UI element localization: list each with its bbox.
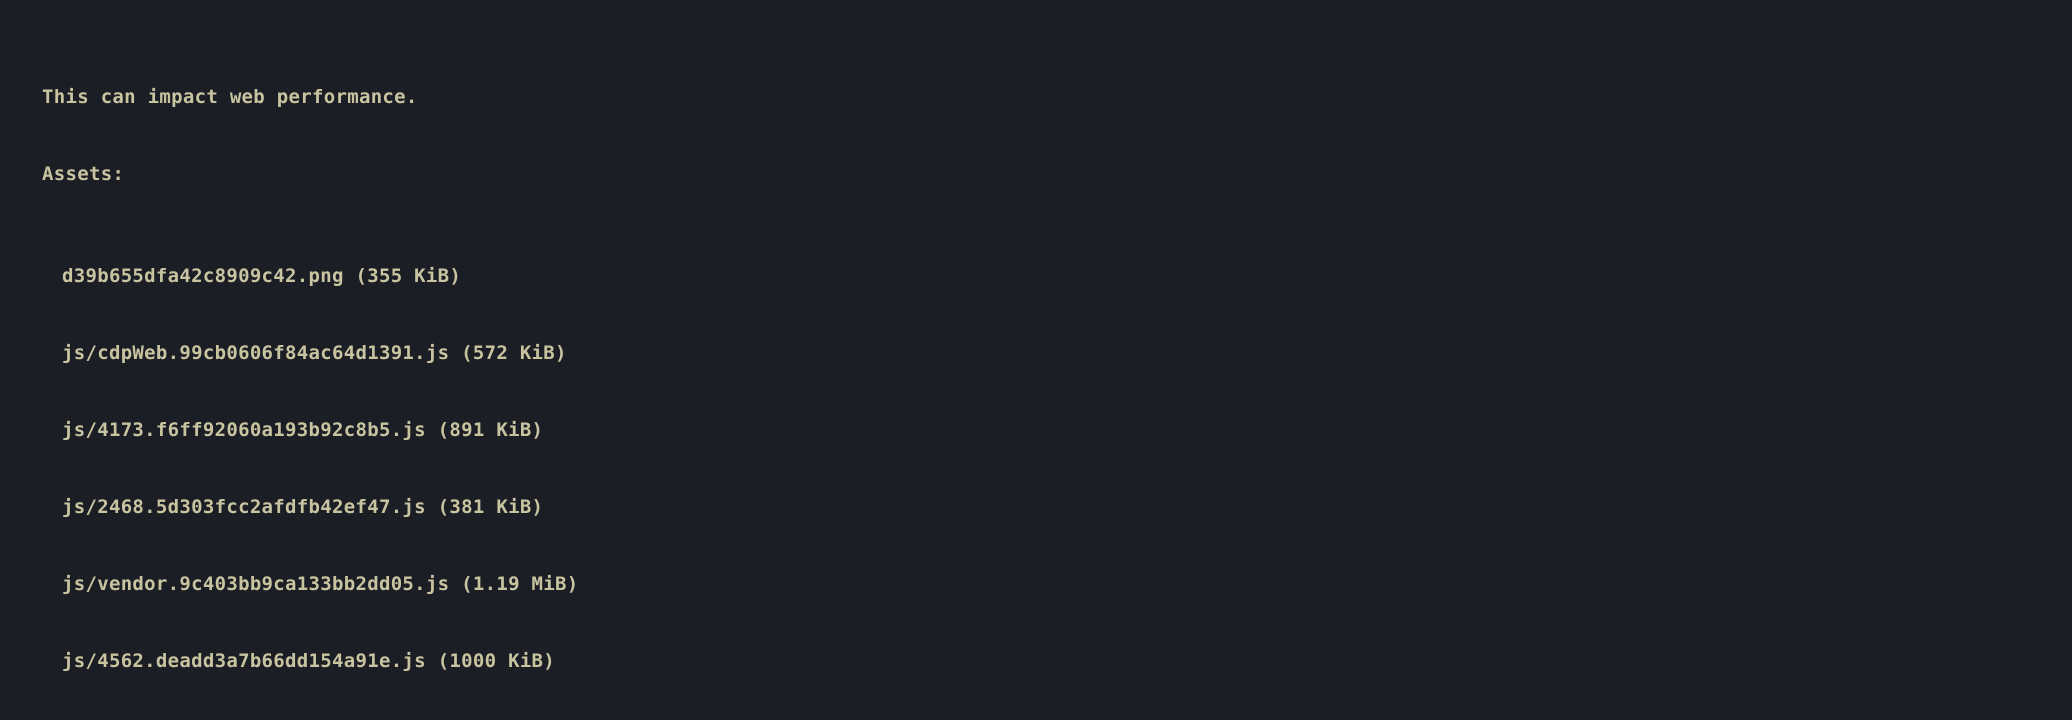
assets-header: Assets: [0, 162, 2072, 188]
asset-line: js/4562.deadd3a7b66dd154a91e.js (1000 Ki… [0, 649, 2072, 675]
asset-line: js/cdpWeb.99cb0606f84ac64d1391.js (572 K… [0, 341, 2072, 367]
asset-line: js/4173.f6ff92060a193b92c8b5.js (891 KiB… [0, 418, 2072, 444]
asset-line: d39b655dfa42c8909c42.png (355 KiB) [0, 264, 2072, 290]
asset-line: js/vendor.9c403bb9ca133bb2dd05.js (1.19 … [0, 572, 2072, 598]
asset-line: js/2468.5d303fcc2afdfb42ef47.js (381 KiB… [0, 495, 2072, 521]
terminal-output[interactable]: This can impact web performance. Assets:… [0, 0, 2072, 720]
asset-warning-impact: This can impact web performance. [0, 85, 2072, 111]
